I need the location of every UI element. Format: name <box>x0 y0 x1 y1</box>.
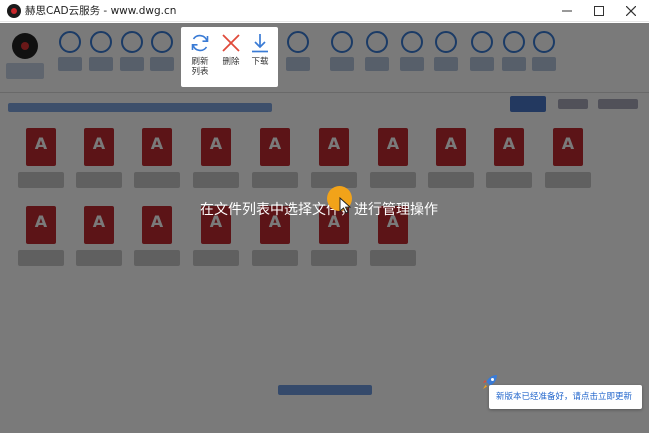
close-icon <box>626 6 636 16</box>
update-notice[interactable]: 新版本已经准备好，请点击立即更新 <box>489 385 642 409</box>
mouse-cursor-icon <box>339 197 351 214</box>
delete-label: 删除 <box>222 57 240 67</box>
guide-overlay[interactable] <box>0 23 649 433</box>
minimize-button[interactable] <box>552 0 582 22</box>
window-title: 赫思CAD云服务 - www.dwg.cn <box>25 5 177 17</box>
download-icon <box>252 34 268 53</box>
delete-x-icon <box>222 34 240 52</box>
refresh-list-label: 刷新 列表 <box>191 57 209 77</box>
guide-instruction: 在文件列表中选择文件，进行管理操作 <box>200 202 438 218</box>
maximize-button[interactable] <box>584 0 614 22</box>
refresh-icon <box>191 34 209 52</box>
refresh-list-button[interactable]: 刷新 列表 <box>187 32 213 84</box>
maximize-icon <box>594 6 604 16</box>
close-button[interactable] <box>616 0 646 22</box>
file-actions-highlight: 刷新 列表 删除 下载 <box>181 27 278 87</box>
update-notice-text[interactable]: 新版本已经准备好，请点击立即更新 <box>496 391 632 403</box>
download-label: 下载 <box>251 57 269 67</box>
delete-button[interactable]: 删除 <box>218 32 244 84</box>
title-bar: 赫思CAD云服务 - www.dwg.cn <box>0 0 649 22</box>
download-button[interactable]: 下载 <box>247 32 273 84</box>
app-logo-icon <box>7 4 21 18</box>
minimize-icon <box>562 10 572 12</box>
